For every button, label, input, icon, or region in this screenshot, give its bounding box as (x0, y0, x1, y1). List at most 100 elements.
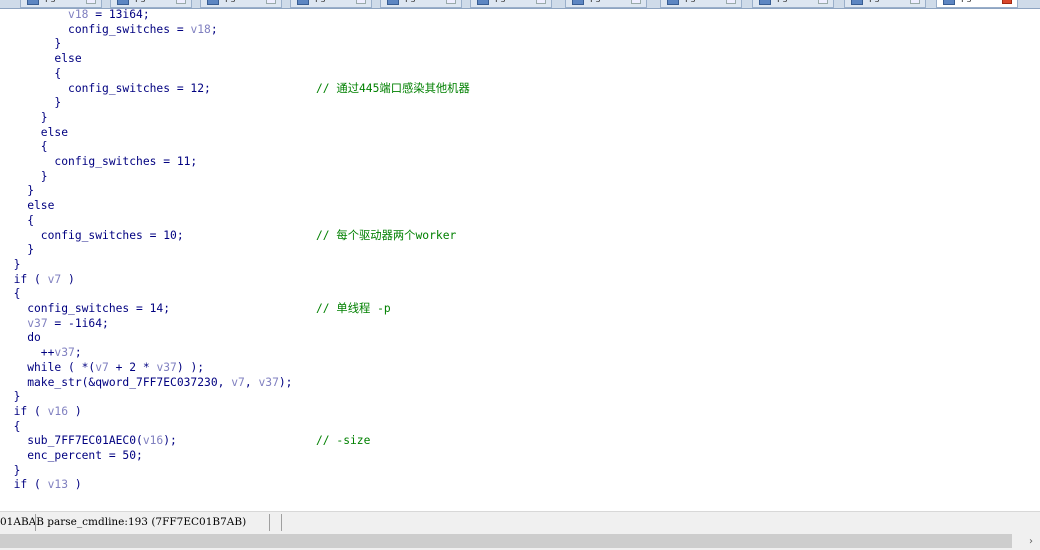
code-line[interactable]: config_switches = 11; (0, 155, 197, 170)
code-line[interactable]: if ( v13 ) (0, 478, 82, 493)
close-icon[interactable] (176, 0, 186, 4)
code-line[interactable]: sub_7FF7EC01AEC0(v16); (0, 434, 177, 449)
code-line[interactable]: do (0, 331, 41, 346)
code-token: ++ (0, 346, 55, 360)
code-token: } (0, 37, 62, 51)
tab-pseudocode[interactable]: Ps··· (565, 0, 647, 8)
close-icon[interactable] (726, 0, 736, 4)
code-line[interactable]: v37 = -1i64; (0, 317, 109, 332)
tab-pseudocode[interactable]: Ps··· (380, 0, 462, 8)
code-token: { (0, 66, 62, 80)
code-line[interactable]: config_switches = 10; (0, 229, 184, 244)
code-token: else (0, 52, 82, 66)
code-line[interactable]: config_switches = 14; (0, 302, 170, 317)
code-token: { (0, 140, 48, 154)
tab-pseudocode[interactable]: Ps··· (470, 0, 552, 8)
code-line[interactable]: } (0, 258, 21, 273)
code-token: config_switches = 10; (0, 228, 184, 242)
code-token: ) (61, 272, 75, 286)
tab-pseudocode[interactable]: Ps··· (200, 0, 282, 8)
code-line[interactable]: { (0, 287, 21, 302)
code-token: sub_7FF7EC01AEC0( (0, 434, 143, 448)
tab-pseudocode[interactable]: Ps··· (290, 0, 372, 8)
code-line[interactable]: ++v37; (0, 346, 82, 361)
close-icon[interactable] (266, 0, 276, 4)
code-token: config_switches = 12; (0, 81, 211, 95)
close-icon[interactable] (86, 0, 96, 4)
code-line[interactable]: else (0, 199, 54, 214)
code-line[interactable]: if ( v7 ) (0, 273, 75, 288)
code-line[interactable]: { (0, 67, 61, 82)
code-token: ); (278, 375, 293, 389)
variable-token: v18 (68, 8, 89, 21)
code-line[interactable]: else (0, 52, 82, 67)
close-icon[interactable] (631, 0, 641, 4)
code-line[interactable]: if ( v16 ) (0, 405, 82, 420)
code-line[interactable]: { (0, 214, 34, 229)
code-line[interactable]: } (0, 37, 61, 52)
code-line[interactable]: config_switches = v18; (0, 23, 218, 38)
code-line[interactable]: enc_percent = 50; (0, 449, 143, 464)
code-line[interactable]: } (0, 464, 21, 479)
code-token: ) ); (176, 360, 205, 374)
status-separator (35, 514, 36, 531)
code-token: } (0, 96, 62, 110)
pseudocode-view[interactable]: v18 = 13i64; config_switches = v18; } el… (0, 8, 1040, 510)
code-token: while ( *( (0, 360, 96, 374)
code-token: + 2 * (108, 360, 157, 374)
code-token: } (0, 110, 48, 124)
code-line[interactable]: else (0, 126, 68, 141)
code-line[interactable]: } (0, 170, 48, 185)
code-token: ); (163, 434, 177, 448)
code-token: enc_percent = 50; (0, 449, 143, 462)
variable-token: v13 (47, 478, 69, 492)
code-line[interactable]: } (0, 96, 61, 111)
close-icon[interactable] (910, 0, 920, 4)
tab-label: Ps··· (315, 0, 343, 5)
tab-pseudocode[interactable]: Ps··· (936, 0, 1018, 8)
pseudocode-tab-icon (27, 0, 39, 5)
horizontal-scrollbar[interactable]: › (0, 533, 1040, 550)
code-comment: // 单线程 -p (316, 302, 391, 315)
scroll-right-arrow-icon[interactable]: › (1024, 533, 1038, 550)
variable-token: v16 (142, 434, 164, 448)
tab-pseudocode[interactable]: Ps··· (660, 0, 742, 8)
code-line[interactable]: config_switches = 12; (0, 82, 211, 97)
code-token: { (0, 287, 21, 301)
close-icon[interactable] (446, 0, 456, 4)
variable-token: v37 (258, 375, 279, 389)
code-line[interactable]: } (0, 111, 48, 126)
tab-pseudocode[interactable]: Ps··· (752, 0, 834, 8)
code-line[interactable]: { (0, 140, 48, 155)
pseudocode-tab-icon (117, 0, 129, 5)
close-icon[interactable] (356, 0, 366, 4)
tab-label: Ps··· (869, 0, 897, 5)
status-separator (281, 514, 282, 531)
status-location: 01ABAB parse_cmdline:193 (7FF7EC01B7AB) (0, 516, 247, 528)
code-line[interactable]: while ( *(v7 + 2 * v37) ); (0, 361, 204, 376)
pseudocode-tab-icon (572, 0, 584, 5)
code-line[interactable]: make_str(&qword_7FF7EC037230, v7, v37); (0, 376, 292, 391)
code-line[interactable]: { (0, 420, 21, 435)
tab-pseudocode[interactable]: Ps··· (110, 0, 192, 8)
tab-label: Ps··· (777, 0, 805, 5)
tab-pseudocode[interactable]: Ps··· (844, 0, 926, 8)
variable-token: v18 (190, 22, 211, 36)
tab-pseudocode[interactable]: Ps··· (20, 0, 102, 8)
code-line[interactable]: v18 = 13i64; (0, 8, 150, 23)
code-line[interactable]: } (0, 184, 34, 199)
status-bar: 01ABAB parse_cmdline:193 (7FF7EC01B7AB) (0, 511, 1040, 533)
scrollbar-thumb[interactable] (0, 534, 1012, 548)
code-line[interactable]: } (0, 243, 34, 258)
close-icon[interactable] (1002, 0, 1012, 4)
code-token: ) (68, 404, 82, 418)
code-token: ) (68, 478, 82, 492)
code-comment: // 通过445端口感染其他机器 (316, 81, 470, 95)
close-icon[interactable] (536, 0, 546, 4)
code-token: , (244, 375, 259, 389)
tab-label: Ps··· (135, 0, 163, 5)
code-comment: // -size (316, 434, 371, 448)
close-icon[interactable] (818, 0, 828, 4)
code-line[interactable]: } (0, 390, 21, 405)
code-token: } (0, 243, 35, 257)
